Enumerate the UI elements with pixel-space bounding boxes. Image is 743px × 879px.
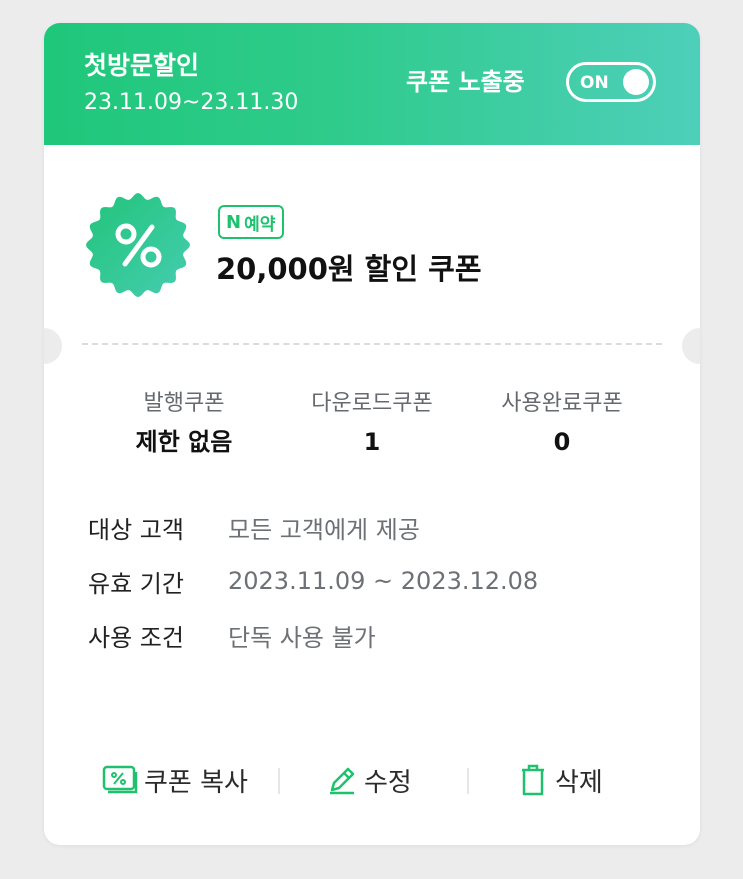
trash-icon [522, 764, 544, 796]
coupon-name: 20,000원 할인 쿠폰 [216, 252, 482, 286]
stat-downloaded: 다운로드쿠폰 1 [272, 389, 472, 457]
detail-key: 유효 기간 [88, 569, 184, 598]
reservation-label: 예약 [244, 214, 276, 235]
copy-coupon-label: 쿠폰 복사 [144, 767, 248, 798]
coupon-title: 첫방문할인 [84, 51, 200, 80]
edit-button[interactable]: 수정 [326, 760, 412, 800]
coupon-period: 23.11.09~23.11.30 [84, 90, 299, 115]
dashed-divider [82, 343, 662, 345]
detail-value: 모든 고객에게 제공 [228, 515, 420, 544]
stat-label: 발행쿠폰 [143, 391, 225, 416]
delete-button[interactable]: 삭제 [517, 760, 603, 800]
detail-key: 사용 조건 [88, 623, 184, 652]
action-separator [467, 768, 469, 794]
edit-label: 수정 [364, 767, 412, 798]
exposure-toggle[interactable]: ON [566, 62, 656, 102]
detail-key: 대상 고객 [88, 515, 184, 544]
stat-value: 0 [553, 428, 571, 456]
toggle-knob [623, 69, 649, 95]
percent-icon [86, 193, 190, 297]
stat-value: 제한 없음 [135, 428, 233, 456]
toggle-label: ON [580, 73, 609, 93]
pencil-icon [330, 767, 355, 795]
stat-label: 사용완료쿠폰 [501, 391, 623, 416]
coupon-card: 첫방문할인 23.11.09~23.11.30 쿠폰 노출중 ON N 예약 2… [44, 23, 700, 845]
copy-coupon-button[interactable]: 쿠폰 복사 [102, 760, 248, 800]
ticket-notch-right [682, 328, 700, 364]
detail-target-customer: 대상 고객 모든 고객에게 제공 [88, 510, 420, 544]
delete-label: 삭제 [555, 767, 603, 798]
detail-usage-condition: 사용 조건 단독 사용 불가 [88, 618, 376, 652]
naver-n-icon: N [226, 211, 242, 233]
action-separator [278, 768, 280, 794]
detail-valid-period: 유효 기간 2023.11.09 ~ 2023.12.08 [88, 564, 538, 598]
exposure-label: 쿠폰 노출중 [406, 68, 525, 96]
naver-reservation-badge: N 예약 [218, 205, 285, 239]
detail-value: 단독 사용 불가 [228, 623, 376, 652]
stat-label: 다운로드쿠폰 [311, 391, 433, 416]
stat-issued: 발행쿠폰 제한 없음 [84, 389, 284, 457]
stat-used: 사용완료쿠폰 0 [462, 389, 662, 457]
detail-value: 2023.11.09 ~ 2023.12.08 [228, 567, 539, 595]
coupon-header: 첫방문할인 23.11.09~23.11.30 쿠폰 노출중 ON [44, 23, 700, 145]
stat-value: 1 [363, 428, 381, 456]
ticket-notch-left [44, 328, 62, 364]
coupon-copy-icon [102, 765, 138, 794]
